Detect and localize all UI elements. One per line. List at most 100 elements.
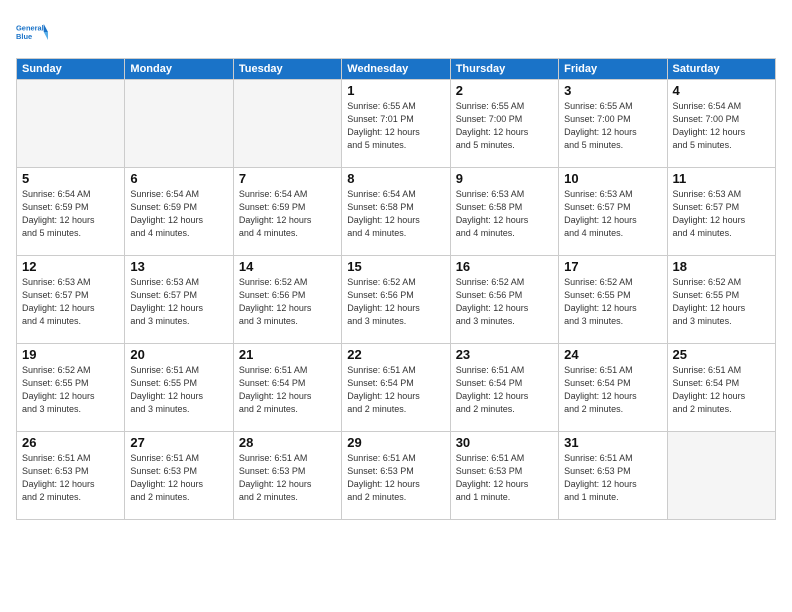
- calendar-cell: [125, 80, 233, 168]
- cell-info: Sunrise: 6:53 AM Sunset: 6:57 PM Dayligh…: [130, 276, 227, 328]
- cell-info: Sunrise: 6:54 AM Sunset: 6:59 PM Dayligh…: [22, 188, 119, 240]
- page: GeneralBlue SundayMondayTuesdayWednesday…: [0, 0, 792, 612]
- calendar-cell: 21 Sunrise: 6:51 AM Sunset: 6:54 PM Dayli…: [233, 344, 341, 432]
- day-number: 26: [22, 435, 119, 450]
- svg-text:Blue: Blue: [16, 32, 32, 41]
- calendar-week-5: 26 Sunrise: 6:51 AM Sunset: 6:53 PM Dayli…: [17, 432, 776, 520]
- calendar-cell: 12Sunrise: 6:53 AM Sunset: 6:57 PM Dayli…: [17, 256, 125, 344]
- calendar-cell: [17, 80, 125, 168]
- cell-info: Sunrise: 6:55 AM Sunset: 7:01 PM Dayligh…: [347, 100, 444, 152]
- cell-info: Sunrise: 6:52 AM Sunset: 6:55 PM Dayligh…: [22, 364, 119, 416]
- calendar-cell: 24 Sunrise: 6:51 AM Sunset: 6:54 PM Dayli…: [559, 344, 667, 432]
- calendar-cell: 15Sunrise: 6:52 AM Sunset: 6:56 PM Dayli…: [342, 256, 450, 344]
- cell-info: Sunrise: 6:51 AM Sunset: 6:53 PM Dayligh…: [239, 452, 336, 504]
- day-number: 15: [347, 259, 444, 274]
- day-number: 7: [239, 171, 336, 186]
- day-number: 29: [347, 435, 444, 450]
- calendar-cell: 8Sunrise: 6:54 AM Sunset: 6:58 PM Daylig…: [342, 168, 450, 256]
- calendar-cell: 5 Sunrise: 6:54 AM Sunset: 6:59 PM Daylig…: [17, 168, 125, 256]
- calendar-cell: 19 Sunrise: 6:52 AM Sunset: 6:55 PM Dayli…: [17, 344, 125, 432]
- weekday-header-sunday: Sunday: [17, 59, 125, 80]
- svg-text:General: General: [16, 23, 44, 32]
- cell-info: Sunrise: 6:51 AM Sunset: 6:53 PM Dayligh…: [22, 452, 119, 504]
- calendar-cell: 27Sunrise: 6:51 AM Sunset: 6:53 PM Dayli…: [125, 432, 233, 520]
- weekday-header-row: SundayMondayTuesdayWednesdayThursdayFrid…: [17, 59, 776, 80]
- calendar-cell: 2Sunrise: 6:55 AM Sunset: 7:00 PM Daylig…: [450, 80, 558, 168]
- day-number: 22: [347, 347, 444, 362]
- weekday-header-friday: Friday: [559, 59, 667, 80]
- calendar-week-2: 5 Sunrise: 6:54 AM Sunset: 6:59 PM Daylig…: [17, 168, 776, 256]
- cell-info: Sunrise: 6:51 AM Sunset: 6:55 PM Dayligh…: [130, 364, 227, 416]
- calendar-cell: [233, 80, 341, 168]
- day-number: 1: [347, 83, 444, 98]
- cell-info: Sunrise: 6:54 AM Sunset: 6:59 PM Dayligh…: [239, 188, 336, 240]
- weekday-header-monday: Monday: [125, 59, 233, 80]
- cell-info: Sunrise: 6:52 AM Sunset: 6:55 PM Dayligh…: [564, 276, 661, 328]
- calendar-cell: 11Sunrise: 6:53 AM Sunset: 6:57 PM Dayli…: [667, 168, 775, 256]
- day-number: 24: [564, 347, 661, 362]
- cell-info: Sunrise: 6:51 AM Sunset: 6:53 PM Dayligh…: [456, 452, 553, 504]
- header: GeneralBlue: [16, 16, 776, 48]
- day-number: 4: [673, 83, 770, 98]
- cell-info: Sunrise: 6:54 AM Sunset: 7:00 PM Dayligh…: [673, 100, 770, 152]
- calendar-week-4: 19 Sunrise: 6:52 AM Sunset: 6:55 PM Dayli…: [17, 344, 776, 432]
- calendar-cell: 3Sunrise: 6:55 AM Sunset: 7:00 PM Daylig…: [559, 80, 667, 168]
- calendar-table: SundayMondayTuesdayWednesdayThursdayFrid…: [16, 58, 776, 520]
- day-number: 17: [564, 259, 661, 274]
- day-number: 12: [22, 259, 119, 274]
- day-number: 23: [456, 347, 553, 362]
- day-number: 10: [564, 171, 661, 186]
- day-number: 25: [673, 347, 770, 362]
- logo: GeneralBlue: [16, 16, 52, 48]
- logo-icon: GeneralBlue: [16, 16, 48, 48]
- day-number: 14: [239, 259, 336, 274]
- cell-info: Sunrise: 6:52 AM Sunset: 6:55 PM Dayligh…: [673, 276, 770, 328]
- calendar-cell: 6Sunrise: 6:54 AM Sunset: 6:59 PM Daylig…: [125, 168, 233, 256]
- calendar-cell: [667, 432, 775, 520]
- day-number: 8: [347, 171, 444, 186]
- day-number: 21: [239, 347, 336, 362]
- day-number: 11: [673, 171, 770, 186]
- cell-info: Sunrise: 6:51 AM Sunset: 6:53 PM Dayligh…: [564, 452, 661, 504]
- calendar-cell: 31Sunrise: 6:51 AM Sunset: 6:53 PM Dayli…: [559, 432, 667, 520]
- cell-info: Sunrise: 6:53 AM Sunset: 6:57 PM Dayligh…: [564, 188, 661, 240]
- calendar-cell: 26 Sunrise: 6:51 AM Sunset: 6:53 PM Dayli…: [17, 432, 125, 520]
- day-number: 19: [22, 347, 119, 362]
- calendar-cell: 17 Sunrise: 6:52 AM Sunset: 6:55 PM Dayli…: [559, 256, 667, 344]
- day-number: 5: [22, 171, 119, 186]
- calendar-cell: 14Sunrise: 6:52 AM Sunset: 6:56 PM Dayli…: [233, 256, 341, 344]
- cell-info: Sunrise: 6:55 AM Sunset: 7:00 PM Dayligh…: [456, 100, 553, 152]
- day-number: 9: [456, 171, 553, 186]
- cell-info: Sunrise: 6:51 AM Sunset: 6:54 PM Dayligh…: [239, 364, 336, 416]
- day-number: 13: [130, 259, 227, 274]
- calendar-cell: 28Sunrise: 6:51 AM Sunset: 6:53 PM Dayli…: [233, 432, 341, 520]
- day-number: 3: [564, 83, 661, 98]
- calendar-cell: 9Sunrise: 6:53 AM Sunset: 6:58 PM Daylig…: [450, 168, 558, 256]
- calendar-cell: 13 Sunrise: 6:53 AM Sunset: 6:57 PM Dayli…: [125, 256, 233, 344]
- calendar-cell: 16Sunrise: 6:52 AM Sunset: 6:56 PM Dayli…: [450, 256, 558, 344]
- day-number: 30: [456, 435, 553, 450]
- weekday-header-wednesday: Wednesday: [342, 59, 450, 80]
- calendar-cell: 23 Sunrise: 6:51 AM Sunset: 6:54 PM Dayli…: [450, 344, 558, 432]
- calendar-cell: 20 Sunrise: 6:51 AM Sunset: 6:55 PM Dayli…: [125, 344, 233, 432]
- cell-info: Sunrise: 6:51 AM Sunset: 6:54 PM Dayligh…: [456, 364, 553, 416]
- calendar-cell: 10 Sunrise: 6:53 AM Sunset: 6:57 PM Dayli…: [559, 168, 667, 256]
- cell-info: Sunrise: 6:51 AM Sunset: 6:53 PM Dayligh…: [130, 452, 227, 504]
- cell-info: Sunrise: 6:51 AM Sunset: 6:54 PM Dayligh…: [673, 364, 770, 416]
- calendar-cell: 18 Sunrise: 6:52 AM Sunset: 6:55 PM Dayli…: [667, 256, 775, 344]
- day-number: 20: [130, 347, 227, 362]
- calendar-week-1: 1 Sunrise: 6:55 AM Sunset: 7:01 PM Daylig…: [17, 80, 776, 168]
- cell-info: Sunrise: 6:51 AM Sunset: 6:54 PM Dayligh…: [564, 364, 661, 416]
- weekday-header-saturday: Saturday: [667, 59, 775, 80]
- weekday-header-tuesday: Tuesday: [233, 59, 341, 80]
- day-number: 6: [130, 171, 227, 186]
- day-number: 18: [673, 259, 770, 274]
- calendar-cell: 1 Sunrise: 6:55 AM Sunset: 7:01 PM Daylig…: [342, 80, 450, 168]
- day-number: 16: [456, 259, 553, 274]
- calendar-cell: 29 Sunrise: 6:51 AM Sunset: 6:53 PM Dayli…: [342, 432, 450, 520]
- weekday-header-thursday: Thursday: [450, 59, 558, 80]
- cell-info: Sunrise: 6:51 AM Sunset: 6:53 PM Dayligh…: [347, 452, 444, 504]
- calendar-cell: 7 Sunrise: 6:54 AM Sunset: 6:59 PM Daylig…: [233, 168, 341, 256]
- calendar-week-3: 12 Sunrise: 6:53 AM Sunset: 6:57 PM Dayli…: [17, 256, 776, 344]
- calendar-cell: 22Sunrise: 6:51 AM Sunset: 6:54 PM Dayli…: [342, 344, 450, 432]
